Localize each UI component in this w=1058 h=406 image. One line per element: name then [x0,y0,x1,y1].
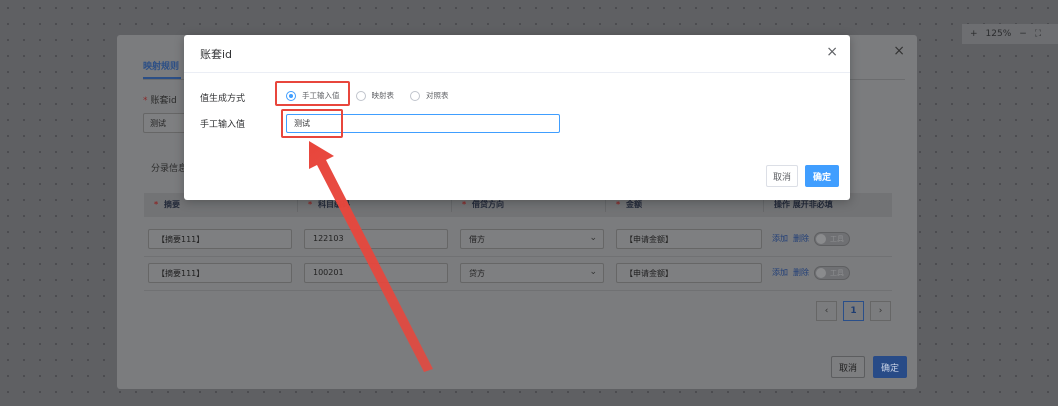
radio-mapping-table[interactable]: 映射表 [355,90,394,101]
summary-input[interactable]: 【摘要111】 [148,228,292,249]
confirm-button[interactable]: 确定 [873,356,907,378]
amount-input[interactable]: 【申请金额】 [616,262,762,283]
prev-page-button[interactable]: ‹ [816,301,837,321]
radio-unchecked-icon [355,90,366,101]
zoom-in-button[interactable]: + [970,24,978,44]
generation-method-radio-group: 手工输入值 映射表 对照表 [286,90,449,101]
cancel-button[interactable]: 取消 [766,165,798,187]
entry-info-label: 分录信息 [151,164,188,174]
close-icon[interactable]: × [893,43,905,59]
add-row-link[interactable]: 添加 [772,267,788,278]
close-icon[interactable]: × [826,44,838,60]
page-number-button[interactable]: 1 [843,301,864,321]
delete-row-link[interactable]: 删除 [793,267,809,278]
summary-input[interactable]: 【摘要111】 [148,262,292,283]
tab-active-indicator [143,77,181,79]
radio-lookup-table[interactable]: 对照表 [410,90,449,101]
column-amount: * 金额 [606,198,764,212]
delete-row-link[interactable]: 删除 [793,233,809,244]
row-actions: 添加 删除 工具 [772,265,850,280]
fit-screen-icon[interactable]: ⛶ [1035,24,1041,44]
radio-unchecked-icon [410,90,420,101]
zoom-toolbar: + 125% − ⛶ [962,24,1058,44]
table-row: 【摘要111】 122103 借方 ⌄ 【申请金额】 添加 删除 工具 [144,221,892,257]
next-page-button[interactable]: › [870,301,891,321]
generation-method-label: 值生成方式 [200,94,246,104]
chevron-down-icon: ⌄ [589,266,597,277]
modal-divider [184,72,850,73]
account-set-id-modal: 账套id × 值生成方式 手工输入值 映射表 对照表 手工输入值 取消 确定 [184,35,850,200]
direction-select[interactable]: 贷方 ⌄ [460,262,604,283]
account-set-field[interactable]: 测试 [143,113,189,133]
zoom-out-button[interactable]: − [1019,24,1027,44]
account-code-input[interactable]: 100201 [304,262,448,283]
cancel-button[interactable]: 取消 [831,356,865,378]
zoom-level: 125% [985,29,1012,39]
amount-input[interactable]: 【申请金额】 [616,228,762,249]
column-account-code: * 科目编码 [298,198,452,212]
add-row-link[interactable]: 添加 [772,233,788,244]
manual-value-input[interactable] [286,114,560,133]
manual-value-label: 手工输入值 [200,120,246,130]
pagination: ‹ 1 › [816,301,891,321]
column-summary: * 摘要 [144,198,298,212]
required-mark: * [143,96,148,106]
direction-select[interactable]: 借方 ⌄ [460,228,604,249]
radio-checked-icon [286,90,296,101]
radio-manual-input[interactable]: 手工输入值 [286,90,340,101]
account-code-input[interactable]: 122103 [304,228,448,249]
column-actions[interactable]: 操作 展开非必填 [764,198,892,212]
tool-toggle[interactable]: 工具 [814,231,850,246]
tab-mapping-rules[interactable]: 映射规则 [143,59,179,72]
table-row: 【摘要111】 100201 贷方 ⌄ 【申请金额】 添加 删除 工具 [144,255,892,291]
account-set-label: * 账套id [143,96,177,106]
row-actions: 添加 删除 工具 [772,231,850,246]
tool-toggle[interactable]: 工具 [814,265,850,280]
modal-title: 账套id [200,48,233,61]
chevron-down-icon: ⌄ [589,232,597,243]
confirm-button[interactable]: 确定 [805,165,839,187]
column-direction: * 借贷方向 [452,198,606,212]
